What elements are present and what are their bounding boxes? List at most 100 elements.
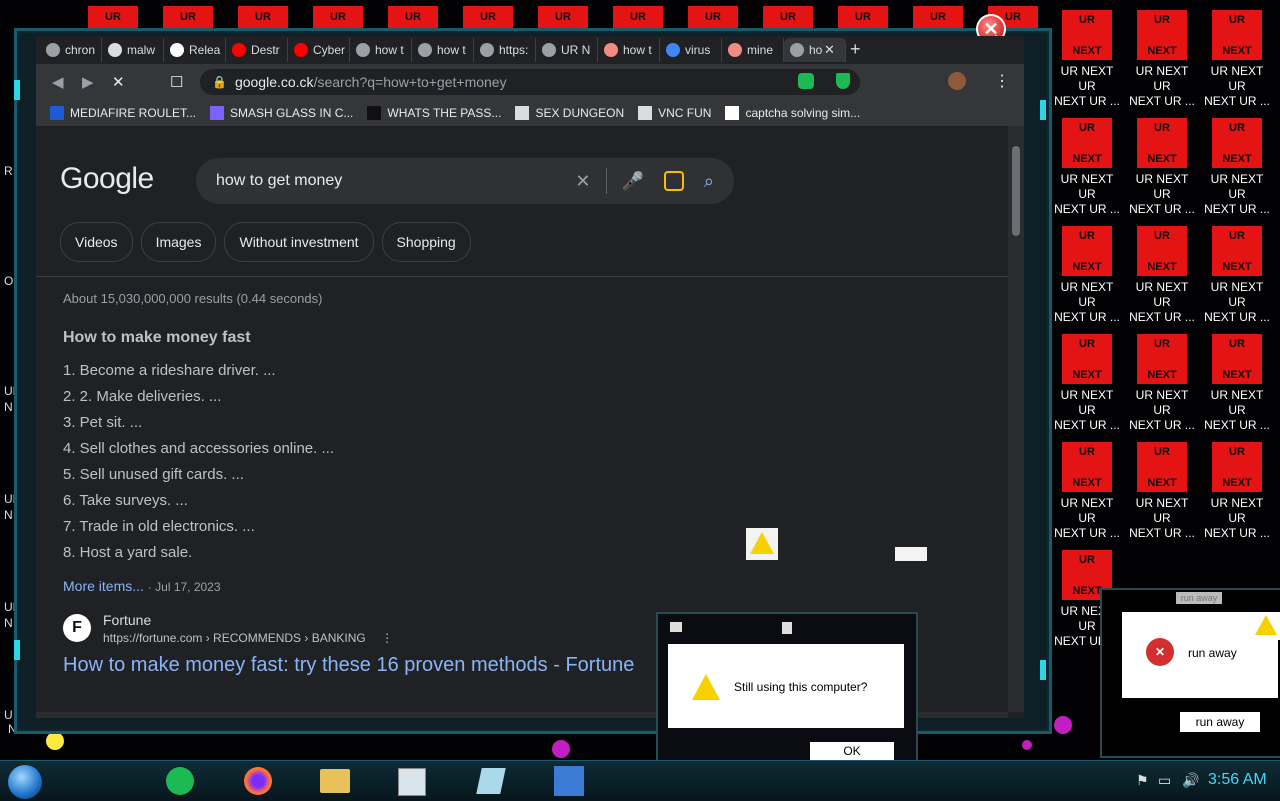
- clock[interactable]: 3:56 AM: [1208, 771, 1267, 789]
- spotify-app-icon[interactable]: [164, 765, 198, 797]
- network-icon[interactable]: ▭: [1158, 772, 1171, 789]
- list-item: 6. Take surveys. ...: [63, 492, 188, 509]
- chip-without-investment[interactable]: Without investment: [224, 222, 374, 262]
- bookmark-item[interactable]: captcha solving sim...: [725, 106, 860, 120]
- vertical-scrollbar[interactable]: [1008, 126, 1024, 712]
- desktop-icon[interactable]: UR: [88, 6, 138, 28]
- tab[interactable]: Relea: [164, 38, 226, 62]
- desktop-icon[interactable]: UR NEXT UR NEXT UR NEXT UR ...: [1054, 438, 1120, 540]
- flag-icon[interactable]: ⚑: [1136, 772, 1149, 789]
- chip-images[interactable]: Images: [140, 222, 217, 262]
- taskbar: ⚑ ▭ 🔊 3:56 AM: [0, 760, 1280, 801]
- chip-shopping[interactable]: Shopping: [381, 222, 471, 262]
- icon-caption: UR NEXT UR NEXT UR ...: [1129, 388, 1195, 433]
- camera-lens-icon[interactable]: [663, 171, 684, 191]
- google-logo[interactable]: Google: [60, 162, 154, 196]
- menu-icon[interactable]: ⋮: [994, 71, 1010, 91]
- stop-button[interactable]: ✕: [112, 73, 125, 91]
- tile-text-bottom: NEXT: [1222, 153, 1252, 165]
- bookmark-star-icon[interactable]: ☐: [170, 73, 183, 91]
- back-button[interactable]: ◀: [52, 73, 64, 91]
- tab-label: how t: [375, 43, 404, 57]
- tab[interactable]: UR N: [536, 38, 598, 62]
- tab-label: chron: [65, 43, 96, 57]
- tile-text-bottom: NEXT: [1072, 153, 1102, 165]
- forward-button[interactable]: ▶: [82, 73, 94, 91]
- more-options-icon[interactable]: ⋮: [381, 631, 393, 645]
- desktop-icon[interactable]: UR NEXT UR NEXT UR NEXT UR ...: [1054, 114, 1120, 216]
- bookmark-item[interactable]: SEX DUNGEON: [515, 106, 624, 120]
- desktop-icon[interactable]: UR NEXT UR NEXT UR NEXT UR ...: [1054, 330, 1120, 432]
- desktop-icon[interactable]: UR NEXT UR NEXT UR NEXT UR ...: [1129, 6, 1195, 108]
- warning-icon: [1252, 612, 1280, 640]
- desktop-icon[interactable]: UR: [613, 6, 663, 28]
- desktop-icon[interactable]: UR: [463, 6, 513, 28]
- desktop-icon[interactable]: UR: [688, 6, 738, 28]
- tab[interactable]: malw: [102, 38, 164, 62]
- tab[interactable]: https:: [474, 38, 536, 62]
- desktop-icon[interactable]: UR: [913, 6, 963, 28]
- tile-text-top: UR: [1154, 122, 1170, 134]
- start-button[interactable]: [8, 765, 42, 799]
- microphone-icon[interactable]: 🎤: [621, 171, 643, 192]
- new-tab-button[interactable]: +: [850, 40, 861, 58]
- url-path: /search?q=how+to+get+money: [313, 74, 507, 90]
- bookmark-label: SMASH GLASS IN C...: [230, 106, 354, 120]
- bookmark-item[interactable]: VNC FUN: [638, 106, 711, 120]
- tab[interactable]: virus: [660, 38, 722, 62]
- extension-shield-icon[interactable]: [836, 73, 850, 89]
- extension-chat-icon[interactable]: [798, 73, 814, 89]
- desktop-icon[interactable]: UR: [313, 6, 363, 28]
- desktop-icon[interactable]: UR NEXT UR NEXT UR NEXT UR ...: [1204, 438, 1270, 540]
- warning-app-icon[interactable]: [552, 765, 586, 797]
- desktop-icon[interactable]: UR NEXT UR NEXT UR NEXT UR ...: [1129, 114, 1195, 216]
- desktop-icon[interactable]: UR NEXT UR NEXT UR NEXT UR ...: [1129, 438, 1195, 540]
- volume-icon[interactable]: 🔊: [1182, 772, 1199, 789]
- desktop-icon[interactable]: UR NEXT UR NEXT UR NEXT UR ...: [1129, 222, 1195, 324]
- close-tab-icon[interactable]: ✕: [824, 42, 835, 58]
- bookmark-item[interactable]: SMASH GLASS IN C...: [210, 106, 353, 120]
- desktop-icon[interactable]: UR NEXT UR NEXT UR NEXT UR ...: [1204, 114, 1270, 216]
- icon-caption: UR NEXT UR NEXT UR ...: [1054, 388, 1120, 433]
- bookmark-label: WHATS THE PASS...: [387, 106, 502, 120]
- tab[interactable]: how t: [350, 38, 412, 62]
- chip-videos[interactable]: Videos: [60, 222, 133, 262]
- desktop-icon[interactable]: UR NEXT UR NEXT UR NEXT UR ...: [1054, 6, 1120, 108]
- desktop-icon[interactable]: UR NEXT UR NEXT UR NEXT UR ...: [1204, 330, 1270, 432]
- tab[interactable]: how t: [412, 38, 474, 62]
- clear-icon[interactable]: ✕: [575, 171, 590, 192]
- document-app-icon[interactable]: [394, 765, 428, 797]
- desktop-icon[interactable]: UR: [763, 6, 813, 28]
- desktop-icon[interactable]: UR: [538, 6, 588, 28]
- search-input[interactable]: how to get money ✕ 🎤 ⌕: [196, 158, 734, 204]
- bookmark-item[interactable]: WHATS THE PASS...: [367, 106, 501, 120]
- more-items-link[interactable]: More items...: [63, 578, 144, 594]
- scrollbar-thumb[interactable]: [1012, 146, 1020, 236]
- desktop-icon[interactable]: UR: [163, 6, 213, 28]
- desktop-icon[interactable]: UR: [838, 6, 888, 28]
- run-away-button[interactable]: run away: [1180, 712, 1260, 732]
- icon-tile: UR NEXT: [1212, 442, 1262, 492]
- result-title-link[interactable]: How to make money fast: try these 16 pro…: [63, 654, 634, 677]
- notepad-app-icon[interactable]: [474, 765, 508, 797]
- desktop-icon[interactable]: UR NEXT UR NEXT UR NEXT UR ...: [1204, 222, 1270, 324]
- tab[interactable]: how t: [598, 38, 660, 62]
- avatar[interactable]: [948, 72, 966, 90]
- file-explorer-icon[interactable]: [318, 765, 352, 797]
- firefox-app-icon[interactable]: [242, 765, 276, 797]
- tab[interactable]: chron: [40, 38, 102, 62]
- desktop-icon[interactable]: UR NEXT UR NEXT UR NEXT UR ...: [1054, 222, 1120, 324]
- address-bar[interactable]: 🔒 google.co.ck/search?q=how+to+get+money: [200, 69, 860, 95]
- tab[interactable]: Cyber: [288, 38, 350, 62]
- desktop-icon[interactable]: UR NEXT UR NEXT UR NEXT UR ...: [1204, 6, 1270, 108]
- tab[interactable]: Destr: [226, 38, 288, 62]
- tab[interactable]: ho: [784, 38, 846, 62]
- desktop-icon[interactable]: UR NEXT UR NEXT UR NEXT UR ...: [1129, 330, 1195, 432]
- tab[interactable]: mine: [722, 38, 784, 62]
- icon-tile: UR NEXT: [1212, 118, 1262, 168]
- bookmark-item[interactable]: MEDIAFIRE ROULET...: [50, 106, 196, 120]
- icon-tile: UR NEXT: [1137, 226, 1187, 276]
- desktop-icon[interactable]: UR: [388, 6, 438, 28]
- search-icon[interactable]: ⌕: [704, 171, 714, 192]
- desktop-icon[interactable]: UR: [238, 6, 288, 28]
